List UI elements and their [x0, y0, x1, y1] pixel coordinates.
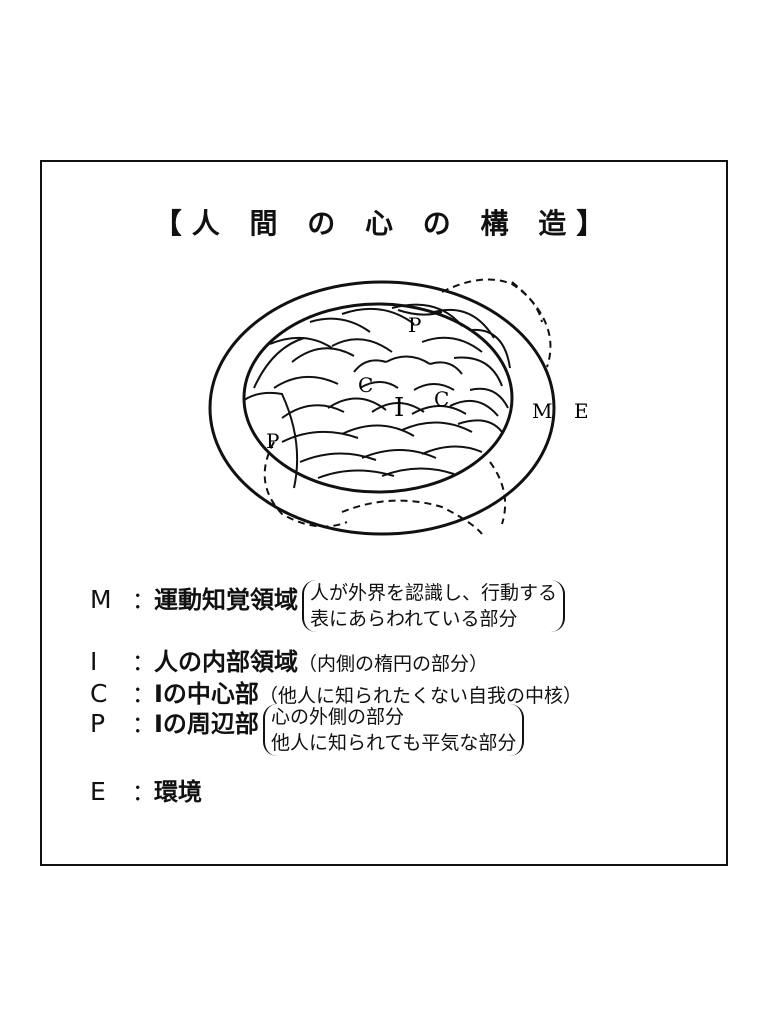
label-c-right: C [434, 387, 449, 411]
figure-frame: 【人 間 の 心 の 構 造】 P C I C P M E M ：運動知覚領域 … [40, 160, 728, 866]
legend-term-e: 環境 [154, 778, 202, 806]
label-m: M [532, 399, 552, 423]
dashed-arc-bottom-right [489, 461, 507, 525]
legend-colon: ： [132, 588, 155, 614]
legend-desc-i: （内側の楕円の部分） [298, 653, 489, 675]
dashed-arc-bottom-left [263, 441, 348, 528]
legend-key-m: M [90, 585, 112, 614]
legend-colon: ： [132, 650, 155, 676]
label-p-left: P [266, 429, 279, 453]
legend-term-i: 人の内部領域 [154, 648, 298, 676]
legend-colon: ： [132, 780, 155, 806]
legend-desc-m: 人が外界を認識し、行動する 表にあらわれている部分 [302, 580, 566, 632]
legend-desc-m-line2: 表にあらわれている部分 [310, 608, 518, 630]
legend-row-e: E ：環境 [90, 772, 202, 807]
legend-key-i: I [90, 647, 98, 676]
label-p-top: P [408, 313, 421, 337]
legend-desc-p-line2: 他人に知られても平気な部分 [270, 732, 517, 754]
legend-colon: ： [132, 712, 155, 738]
label-e: E [574, 399, 589, 423]
legend-key-e: E [90, 777, 106, 806]
label-c-left: C [358, 373, 373, 397]
dashed-arc-top-right [441, 278, 543, 323]
legend-term-p: Iの周辺部 [154, 710, 259, 738]
legend-term-m: 運動知覚領域 [154, 586, 298, 614]
mind-structure-diagram: P C I C P M E [208, 278, 589, 536]
legend-desc-p: 心の外側の部分他人に知られても平気な部分 [262, 704, 525, 756]
legend-desc-m-line1: 人が外界を認識し、行動する [310, 582, 558, 604]
dashed-arc-right [511, 281, 552, 368]
legend-desc-p-line1: 心の外側の部分 [270, 706, 404, 728]
dashed-arc-bottom [341, 499, 483, 535]
legend-row-p: P ：Iの周辺部 心の外側の部分他人に知られても平気な部分 [90, 704, 525, 756]
legend-row-m: M ：運動知覚領域 人が外界を認識し、行動する 表にあらわれている部分 [90, 580, 566, 632]
label-i-center: I [394, 393, 404, 423]
legend-key-p: P [90, 709, 106, 738]
legend-row-i: I ：人の内部領域（内側の楕円の部分） [90, 642, 488, 677]
